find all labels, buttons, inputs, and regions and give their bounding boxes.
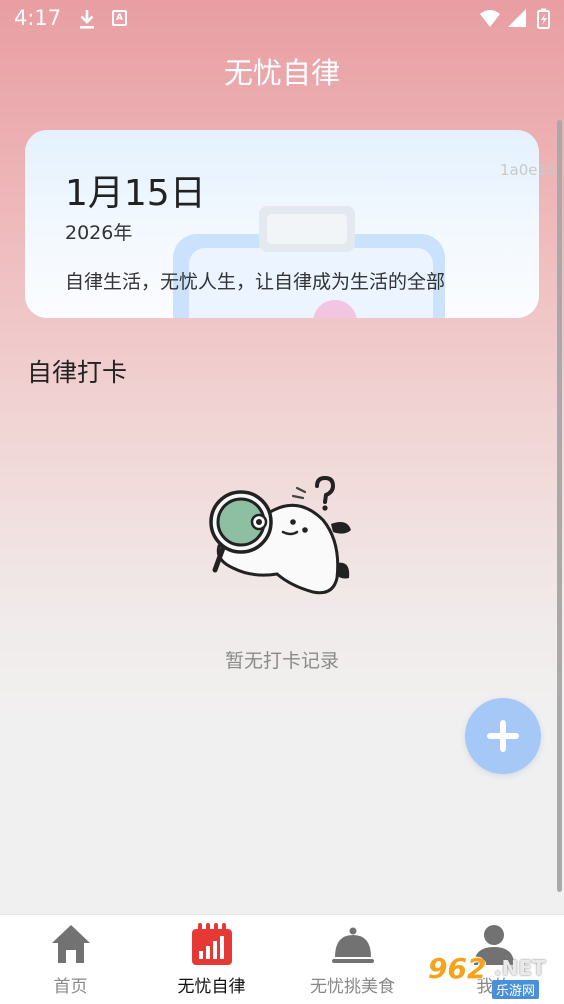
magnifier-mascot-illustration [209,475,351,595]
date-card: 1月15日 2026年 自律生活，无忧人生，让自律成为生活的全部 [25,130,539,318]
status-time: 4:17 [14,6,62,30]
add-checkin-button[interactable] [465,698,541,774]
a-notification-icon: A [112,10,127,26]
empty-state-text: 暂无打卡记录 [224,650,339,672]
watermark-sub: 乐游网 [492,980,540,999]
status-icons [480,8,550,29]
watermark-brand: 962 [428,952,487,985]
wifi-icon [480,10,500,27]
card-slogan: 自律生活，无忧人生，让自律成为生活的全部 [65,271,446,293]
nav-label-food: 无忧挑美食 [310,977,395,997]
nav-label-self-discipline: 无忧自律 [177,977,246,997]
watermark-logo: 962 .NET 乐游网 [426,948,562,1000]
nav-item-self-discipline[interactable]: 无忧自律 [141,915,282,1004]
card-date: 1月15日 [65,173,206,214]
section-title: 自律打卡 [27,358,128,387]
calendar-chart-icon [191,923,232,965]
download-icon [80,10,94,29]
plus-icon-vertical [500,720,506,752]
page-title: 无忧自律 [223,56,340,90]
nav-item-food[interactable]: 无忧挑美食 [282,915,423,1004]
scrollbar[interactable] [557,120,562,892]
watermark-suffix: .NET [494,956,546,980]
card-year: 2026年 [65,222,133,244]
nav-item-home[interactable]: 首页 [0,915,141,1004]
food-cloche-icon [331,927,374,963]
card-ref-code: 1a0e15 [500,161,557,179]
battery-icon [537,8,550,29]
signal-icon [508,9,526,27]
home-icon [51,925,90,963]
clipboard-illustration [173,206,445,318]
nav-label-home: 首页 [53,977,88,997]
status-bar: 4:17 A [0,0,564,38]
